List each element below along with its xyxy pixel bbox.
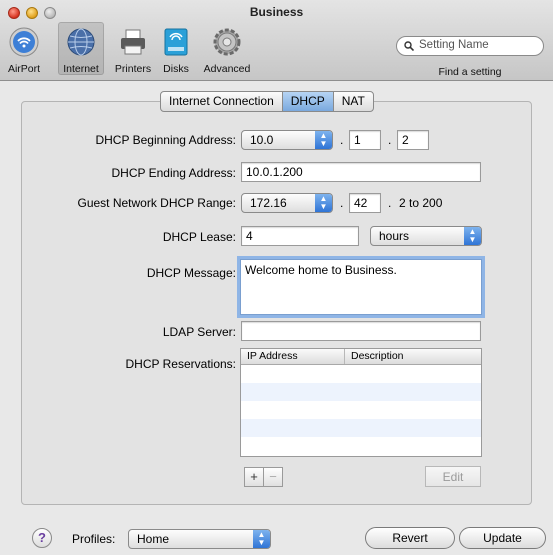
- search-icon: [404, 41, 414, 51]
- lease-unit-popup[interactable]: hours ▲ ▼: [370, 226, 482, 246]
- toolbar-airport-label: AirPort: [7, 63, 41, 75]
- message-label: DHCP Message:: [146, 266, 236, 280]
- popup-arrows-icon: ▲ ▼: [315, 194, 332, 212]
- toolbar-internet[interactable]: Internet: [58, 22, 104, 75]
- search-field[interactable]: Setting Name: [396, 36, 544, 56]
- toolbar-advanced-label: Advanced: [203, 63, 251, 75]
- internet-icon: [67, 28, 95, 56]
- tab-bar: Internet Connection DHCP NAT: [160, 91, 374, 112]
- dot-separator: .: [388, 196, 392, 210]
- guest-octet3-field[interactable]: 42: [349, 193, 381, 213]
- ldap-label: LDAP Server:: [162, 325, 236, 339]
- gear-icon: [213, 28, 241, 56]
- dot-separator: .: [340, 133, 344, 147]
- disk-icon: [164, 28, 188, 56]
- column-description[interactable]: Description: [345, 349, 404, 364]
- toolbar-printers[interactable]: Printers: [111, 27, 155, 75]
- profiles-popup[interactable]: Home ▲ ▼: [128, 529, 271, 549]
- begin-octet3-field[interactable]: 1: [349, 130, 381, 150]
- begin-address-label: DHCP Beginning Address:: [95, 133, 236, 147]
- table-row[interactable]: [241, 365, 481, 383]
- edit-reservation-button[interactable]: Edit: [425, 466, 481, 487]
- table-row[interactable]: [241, 437, 481, 455]
- search-placeholder: Setting Name: [419, 39, 489, 51]
- lease-unit-value: hours: [379, 229, 410, 243]
- reservations-label: DHCP Reservations:: [125, 357, 236, 371]
- message-textarea[interactable]: Welcome home to Business.: [240, 259, 482, 315]
- profiles-label: Profiles:: [72, 532, 116, 546]
- popup-arrows-icon: ▲ ▼: [315, 131, 332, 149]
- toolbar-printers-label: Printers: [114, 63, 152, 75]
- toolbar-disks[interactable]: Disks: [160, 27, 192, 75]
- table-row[interactable]: [241, 383, 481, 401]
- airport-icon: [9, 27, 39, 57]
- column-ip-address[interactable]: IP Address: [241, 349, 345, 364]
- dot-separator: .: [388, 133, 392, 147]
- revert-button[interactable]: Revert: [365, 527, 455, 549]
- toolbar-airport[interactable]: AirPort: [6, 27, 42, 75]
- table-row[interactable]: [241, 419, 481, 437]
- guest-range-suffix: 2 to 200: [399, 196, 443, 210]
- update-button[interactable]: Update: [459, 527, 546, 549]
- begin-address-prefix-popup[interactable]: 10.0 ▲ ▼: [241, 130, 333, 150]
- ldap-field[interactable]: [241, 321, 481, 341]
- airport-utility-window: Business AirPort Internet Printers Disks…: [0, 0, 553, 555]
- guest-prefix-value: 172.16: [250, 196, 287, 210]
- end-address-field[interactable]: 10.0.1.200: [241, 162, 481, 182]
- find-setting-label: Find a setting: [438, 66, 502, 78]
- tab-internet-connection[interactable]: Internet Connection: [161, 92, 283, 111]
- help-button[interactable]: ?: [32, 528, 52, 548]
- toolbar-internet-label: Internet: [63, 63, 99, 75]
- end-address-label: DHCP Ending Address:: [111, 166, 236, 180]
- table-row[interactable]: [241, 401, 481, 419]
- popup-arrows-icon: ▲ ▼: [464, 227, 481, 245]
- toolbar-advanced[interactable]: Advanced: [200, 27, 254, 75]
- tab-nat[interactable]: NAT: [334, 92, 373, 111]
- tab-dhcp[interactable]: DHCP: [282, 92, 334, 111]
- begin-octet4-field[interactable]: 2: [397, 130, 429, 150]
- lease-field[interactable]: 4: [241, 226, 359, 246]
- begin-address-prefix-value: 10.0: [250, 133, 274, 147]
- title-toolbar: Business AirPort Internet Printers Disks…: [0, 0, 553, 81]
- guest-range-label: Guest Network DHCP Range:: [77, 196, 236, 210]
- remove-reservation-button[interactable]: −: [263, 467, 283, 487]
- lease-label: DHCP Lease:: [162, 230, 236, 244]
- guest-prefix-popup[interactable]: 172.16 ▲ ▼: [241, 193, 333, 213]
- toolbar-disks-label: Disks: [163, 63, 189, 75]
- add-reservation-button[interactable]: +: [244, 467, 264, 487]
- reservations-table[interactable]: IP Address Description: [240, 348, 482, 457]
- dot-separator: .: [340, 196, 344, 210]
- popup-arrows-icon: ▲ ▼: [253, 530, 270, 548]
- table-header: IP Address Description: [241, 349, 481, 365]
- printer-icon: [121, 29, 145, 55]
- profile-value: Home: [137, 532, 170, 546]
- window-title: Business: [249, 5, 304, 19]
